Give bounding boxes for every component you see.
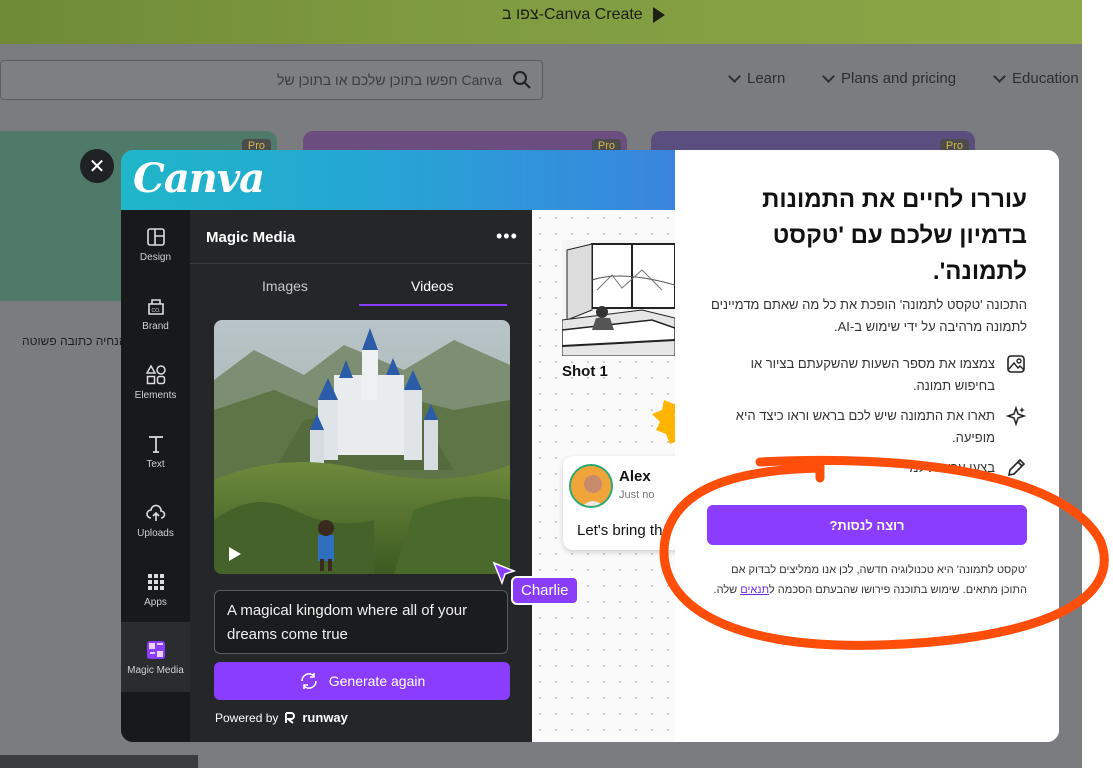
right-strip — [1082, 0, 1113, 768]
text-icon — [148, 436, 163, 453]
magic-media-modal: Canva Design CO. Brand Elements Text Upl… — [121, 150, 1059, 742]
promo-banner[interactable]: צפו ב-Canva Create — [0, 0, 1082, 44]
shot-image[interactable] — [562, 240, 675, 356]
nav-education[interactable]: Education — [993, 70, 1079, 87]
sidebar-item-magic-media[interactable]: Magic Media — [121, 622, 190, 692]
refresh-icon — [300, 673, 317, 689]
play-icon[interactable] — [228, 546, 242, 562]
chevron-down-icon — [993, 70, 1006, 83]
castle-image — [214, 320, 510, 574]
apps-grid-icon — [147, 574, 164, 590]
disclaimer-body: 'טקסט לתמונה' היא טכנולוגיה חדשה, לכן אנ… — [731, 564, 1027, 596]
more-options-icon[interactable]: ••• — [496, 226, 518, 247]
comment-time: Just no — [619, 489, 655, 501]
search-placeholder: חפשו בתוכן שלכם או בתוכן של Canva — [276, 72, 502, 88]
brand-icon: CO. — [147, 299, 164, 315]
canva-logo: Canva — [133, 155, 265, 202]
close-icon: ✕ — [88, 155, 106, 178]
sparkle-icon — [1005, 405, 1027, 427]
runway-logo-icon — [285, 711, 296, 724]
image-icon — [1007, 355, 1025, 373]
nav-learn[interactable]: Learn — [728, 70, 786, 87]
design-canvas[interactable]: Shot 1 Alex Just no Let's bring th — [532, 210, 693, 742]
nav-education-label: Education — [1012, 70, 1079, 87]
collaborator-cursor-label: Charlie — [511, 576, 579, 605]
sidebar-item-apps[interactable]: Apps — [121, 571, 190, 608]
banner-text: צפו ב-Canva Create — [502, 6, 643, 23]
powered-by: Powered by runway — [215, 710, 348, 725]
modal-header: Canva — [121, 150, 675, 210]
feature-item: צמצמו את מספר השעות שהשקעתם בציור או בחי… — [707, 353, 1027, 397]
chevron-down-icon — [822, 70, 835, 83]
bedroom-sketch — [562, 240, 675, 356]
generate-again-label: Generate again — [328, 673, 426, 689]
active-tab-indicator — [359, 304, 507, 306]
feature-text: בצעו עריכות למ — [909, 460, 995, 475]
runway-brand: runway — [302, 710, 348, 725]
search-icon — [513, 71, 531, 89]
sidebar-label: Apps — [144, 597, 167, 608]
tab-images[interactable]: Images — [262, 278, 308, 294]
comment-card[interactable]: Alex Just no Let's bring th — [563, 456, 693, 550]
terms-link[interactable]: תנאים — [740, 584, 769, 596]
editor-sidebar: Design CO. Brand Elements Text Uploads A… — [121, 210, 190, 742]
nav-plans-pricing[interactable]: Plans and pricing — [822, 70, 957, 87]
chevron-down-icon — [728, 70, 741, 83]
prompt-input[interactable]: A magical kingdom where all of your drea… — [214, 590, 508, 654]
powered-by-label: Powered by — [215, 710, 279, 725]
cloud-upload-icon — [145, 504, 165, 521]
disclaimer-end: שלה. — [713, 584, 741, 596]
close-button[interactable]: ✕ — [80, 149, 114, 183]
try-it-button[interactable]: רוצה לנסות? — [707, 505, 1027, 545]
comment-text: Let's bring th — [577, 522, 663, 539]
background-text: הנחיה כתובה פשוטה — [22, 334, 127, 348]
nav-plans-label: Plans and pricing — [841, 70, 957, 87]
pencil-icon — [1007, 458, 1026, 477]
top-navigation: חפשו בתוכן שלכם או בתוכן של Canva Learn … — [0, 44, 1082, 124]
sidebar-item-elements[interactable]: Elements — [121, 364, 190, 401]
disclaimer-text: 'טקסט לתמונה' היא טכנולוגיה חדשה, לכן אנ… — [707, 560, 1027, 600]
layout-icon — [146, 228, 165, 246]
sidebar-label: Magic Media — [127, 664, 184, 676]
info-title: עוררו לחיים את התמונות בדמיון שלכם עם 'ט… — [762, 186, 1027, 285]
bottom-bar — [0, 755, 198, 768]
magic-media-panel: Magic Media ••• Images Videos A magical … — [190, 210, 532, 742]
panel-title: Magic Media — [206, 229, 296, 246]
comment-author: Alex — [619, 468, 651, 485]
search-input[interactable]: חפשו בתוכן שלכם או בתוכן של Canva — [0, 60, 543, 100]
shot-label: Shot 1 — [562, 363, 608, 380]
sidebar-label: Elements — [134, 390, 177, 401]
modal-preview: Canva Design CO. Brand Elements Text Upl… — [121, 150, 693, 742]
nav-learn-label: Learn — [747, 70, 786, 87]
tab-videos[interactable]: Videos — [411, 278, 454, 294]
magic-media-icon — [146, 640, 165, 659]
feature-text: תארו את התמונה שיש לכם בראש וראו כיצד הי… — [735, 408, 995, 445]
play-icon — [652, 7, 665, 23]
sidebar-label: Design — [139, 252, 172, 263]
sidebar-label: Text — [146, 459, 165, 470]
feature-info-panel: עוררו לחיים את התמונות בדמיון שלכם עם 'ט… — [675, 150, 1059, 742]
generate-again-button[interactable]: Generate again — [214, 662, 510, 700]
sidebar-item-design[interactable]: Design — [121, 226, 190, 263]
generated-video-thumbnail[interactable] — [214, 320, 510, 574]
svg-text:CO.: CO. — [151, 308, 160, 314]
sidebar-label: Uploads — [137, 528, 174, 539]
panel-tabs: Images Videos — [190, 263, 532, 306]
feature-item: תארו את התמונה שיש לכם בראש וראו כיצד הי… — [707, 405, 1027, 449]
sidebar-item-brand[interactable]: CO. Brand — [121, 295, 190, 332]
feature-item: בצעו עריכות למ — [707, 457, 1027, 479]
shapes-icon — [145, 364, 166, 385]
info-description: התכונה 'טקסט לתמונה' הופכת את כל מה שאתם… — [711, 297, 1027, 334]
sidebar-label: Brand — [142, 321, 169, 332]
sidebar-item-text[interactable]: Text — [121, 433, 190, 470]
avatar — [569, 464, 613, 508]
feature-text: צמצמו את מספר השעות שהשקעתם בציור או בחי… — [750, 356, 995, 393]
sidebar-item-uploads[interactable]: Uploads — [121, 502, 190, 539]
